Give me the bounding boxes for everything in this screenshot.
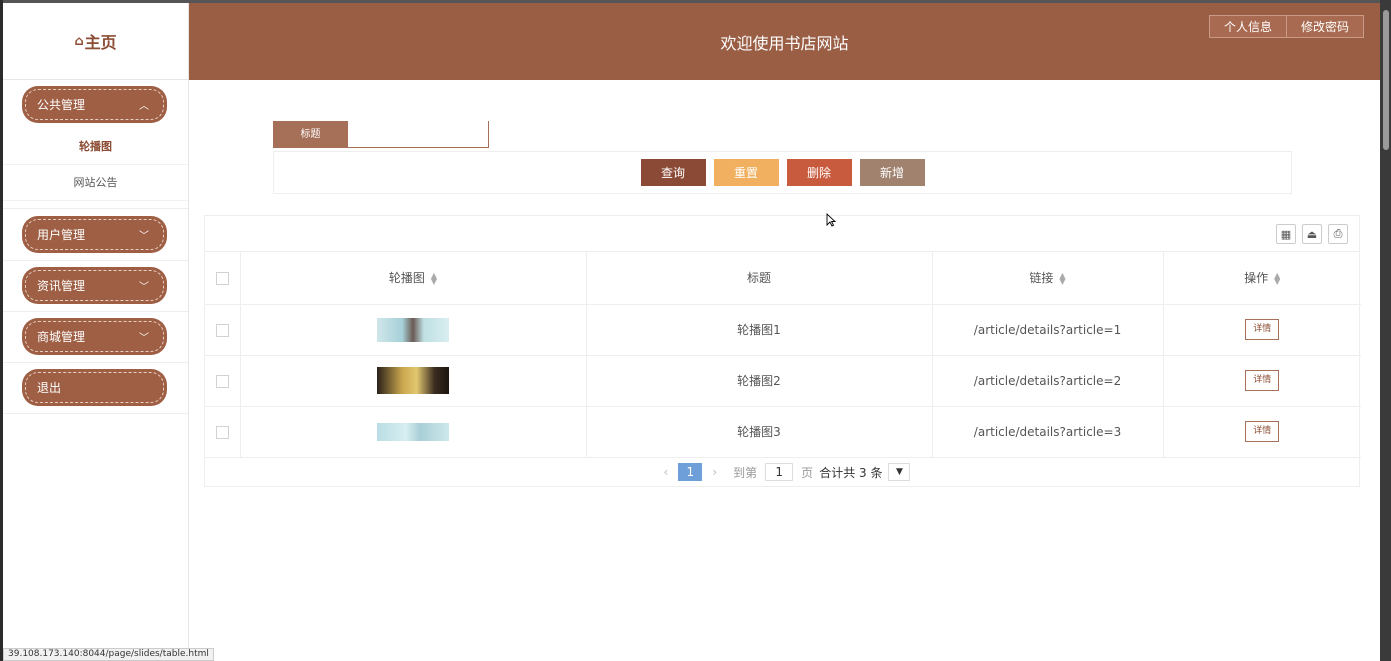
select-all-cell: [205, 252, 241, 305]
menu-label: 资讯管理: [37, 279, 86, 293]
sidebar: ⌂ 主页 公共管理 ︿ 轮播图 网站公告 用户管理 ﹀ 资讯管理 ﹀ 商城管理 …: [3, 3, 189, 661]
col-label: 轮播图: [388, 271, 425, 286]
menu-group-public: 公共管理 ︿ 轮播图 网站公告: [3, 80, 188, 209]
total-count: 合计共 3 条: [819, 465, 883, 480]
col-label: 标题: [746, 271, 771, 286]
select-all-checkbox[interactable]: [215, 271, 229, 285]
profile-button[interactable]: 个人信息: [1208, 15, 1287, 38]
menu-news-management[interactable]: 资讯管理 ﹀: [22, 267, 167, 304]
row-title: 轮播图1: [586, 304, 933, 356]
page-number-current[interactable]: 1: [678, 463, 703, 481]
row-title: 轮播图2: [586, 355, 933, 407]
chevron-down-icon: ▼: [895, 467, 903, 477]
delete-button[interactable]: 删除: [786, 159, 852, 186]
row-checkbox[interactable]: [215, 323, 229, 337]
page-size-select[interactable]: ▼: [888, 463, 911, 481]
sort-icon[interactable]: ▲ ▼: [1274, 271, 1280, 285]
details-button[interactable]: 详情: [1245, 421, 1280, 442]
status-url: 39.108.173.140:8044/page/slides/table.ht…: [3, 648, 214, 661]
menu-shop-management[interactable]: 商城管理 ﹀: [22, 318, 167, 355]
scrollbar-thumb[interactable]: [1383, 10, 1389, 150]
menu-public-management[interactable]: 公共管理 ︿: [22, 86, 167, 123]
home-icon: ⌂: [74, 33, 84, 49]
col-header-action[interactable]: 操作 ▲ ▼: [1163, 252, 1361, 305]
carousel-thumbnail: [377, 367, 449, 394]
query-button[interactable]: 查询: [640, 159, 706, 186]
logout-button[interactable]: 退出: [22, 369, 167, 406]
table-toolbar: ▦ ⏏ ⎙: [205, 216, 1359, 252]
page-title: 欢迎使用书店网站: [720, 34, 849, 53]
main-content: 标题 查询 重置 删除 新增 ▦ ⏏ ⎙ 轮播图 ▲ ▼ 标题 链接 ▲ ▼ 操…: [189, 80, 1380, 661]
sidebar-item-announcement[interactable]: 网站公告: [3, 165, 188, 201]
reset-button[interactable]: 重置: [713, 159, 779, 186]
sort-icon[interactable]: ▲ ▼: [1059, 271, 1065, 285]
menu-group-user: 用户管理 ﹀: [3, 209, 188, 261]
search-title-input[interactable]: [348, 121, 489, 148]
col-header-image[interactable]: 轮播图 ▲ ▼: [240, 252, 587, 305]
header-buttons: 个人信息 修改密码: [1208, 15, 1364, 38]
chevron-down-icon: ﹀: [139, 231, 149, 242]
chevron-up-icon: ︿: [139, 101, 149, 112]
sort-icon[interactable]: ▲ ▼: [431, 271, 437, 285]
row-link: /article/details?article=2: [932, 355, 1164, 407]
row-title: 轮播图3: [586, 406, 933, 458]
row-link: /article/details?article=3: [932, 406, 1164, 458]
details-button[interactable]: 详情: [1245, 370, 1280, 391]
search-row: 标题: [273, 121, 489, 148]
action-bar: 查询 重置 删除 新增: [273, 151, 1292, 194]
chevron-down-icon: ﹀: [139, 282, 149, 293]
print-icon[interactable]: ⎙: [1328, 224, 1348, 244]
col-label: 链接: [1029, 271, 1054, 286]
menu-label: 退出: [37, 381, 62, 395]
menu-user-management[interactable]: 用户管理 ﹀: [22, 216, 167, 253]
app-frame: ⌂ 主页 公共管理 ︿ 轮播图 网站公告 用户管理 ﹀ 资讯管理 ﹀ 商城管理 …: [3, 3, 1380, 661]
export-icon[interactable]: ⏏: [1302, 224, 1322, 244]
next-page-icon[interactable]: ›: [712, 465, 717, 479]
carousel-thumbnail: [377, 317, 449, 342]
top-header: 欢迎使用书店网站 个人信息 修改密码: [189, 3, 1380, 80]
table-row: 轮播图3 /article/details?article=3 详情: [205, 406, 1361, 458]
sidebar-item-carousel[interactable]: 轮播图: [3, 129, 188, 165]
page-unit-label: 页: [801, 465, 814, 480]
submenu-public: 轮播图 网站公告: [3, 129, 188, 201]
row-checkbox[interactable]: [215, 374, 229, 388]
search-title-label: 标题: [273, 121, 348, 148]
columns-filter-icon[interactable]: ▦: [1276, 224, 1296, 244]
menu-group-news: 资讯管理 ﹀: [3, 261, 188, 312]
mouse-cursor-icon: [826, 213, 836, 227]
prev-page-icon[interactable]: ‹: [664, 465, 669, 479]
menu-group-logout: 退出: [3, 363, 188, 414]
row-checkbox[interactable]: [215, 425, 229, 439]
table-row: 轮播图1 /article/details?article=1 详情: [205, 304, 1361, 356]
data-table-container: ▦ ⏏ ⎙ 轮播图 ▲ ▼ 标题 链接 ▲ ▼ 操作 ▲ ▼ 轮播图1 /art…: [204, 215, 1361, 487]
menu-label: 公共管理: [37, 98, 86, 112]
goto-page-input[interactable]: 1: [765, 463, 794, 481]
col-header-link[interactable]: 链接 ▲ ▼: [932, 252, 1164, 305]
menu-label: 商城管理: [37, 330, 86, 344]
home-label: 主页: [84, 33, 117, 52]
add-button[interactable]: 新增: [859, 159, 925, 186]
row-link: /article/details?article=1: [932, 304, 1164, 356]
window-scrollbar[interactable]: [1380, 0, 1391, 661]
data-table: 轮播图 ▲ ▼ 标题 链接 ▲ ▼ 操作 ▲ ▼ 轮播图1 /article/details…: [205, 252, 1361, 458]
goto-label: 到第: [733, 465, 758, 480]
pagination: ‹ 1 › 到第 1 页 合计共 3 条 ▼: [205, 458, 1359, 487]
details-button[interactable]: 详情: [1245, 319, 1280, 340]
carousel-thumbnail: [377, 422, 449, 441]
col-label: 操作: [1244, 271, 1269, 286]
col-header-title: 标题: [586, 252, 933, 305]
chevron-down-icon: ﹀: [139, 333, 149, 344]
home-link[interactable]: ⌂ 主页: [3, 3, 188, 80]
menu-label: 用户管理: [37, 228, 86, 242]
table-header-row: 轮播图 ▲ ▼ 标题 链接 ▲ ▼ 操作 ▲ ▼: [205, 252, 1361, 305]
table-row: 轮播图2 /article/details?article=2 详情: [205, 355, 1361, 407]
change-password-button[interactable]: 修改密码: [1286, 15, 1364, 38]
menu-group-shop: 商城管理 ﹀: [3, 312, 188, 363]
